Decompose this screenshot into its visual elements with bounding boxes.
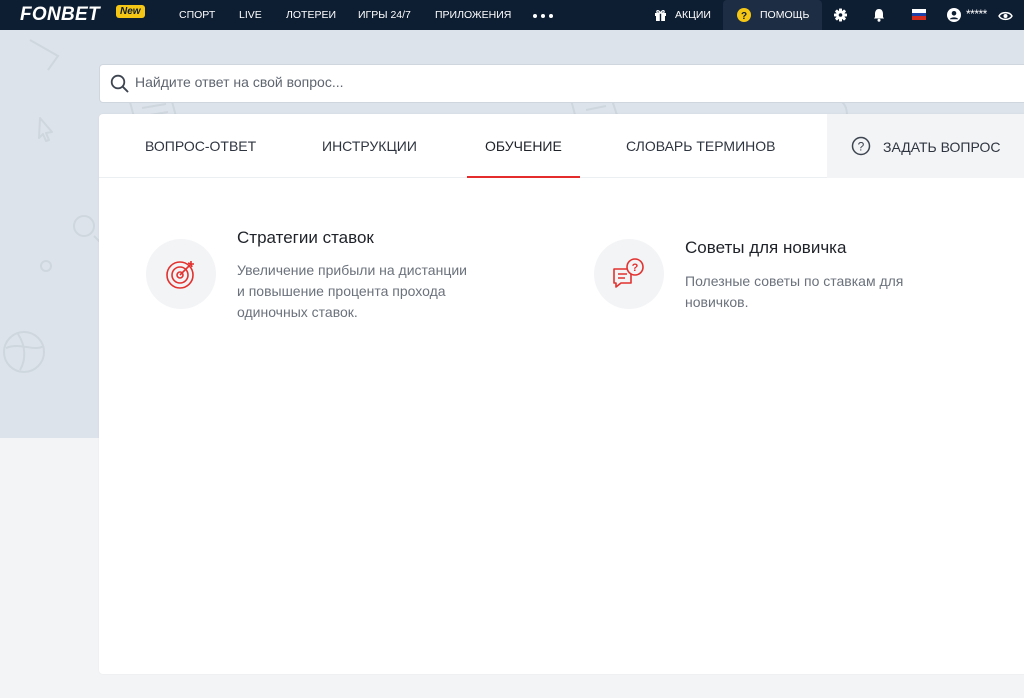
search-icon <box>110 74 129 93</box>
help-circle-icon: ? <box>737 8 751 22</box>
item-description-line-1: Полезные советы по ставкам для <box>685 273 904 289</box>
ask-question-label: ЗАДАТЬ ВОПРОС <box>883 139 1001 155</box>
item-description-line-2: и повышение процента прохода <box>237 283 446 299</box>
tab-instructions[interactable]: ИНСТРУКЦИИ <box>322 138 417 154</box>
help-label: ПОМОЩЬ <box>760 9 810 21</box>
gift-icon[interactable] <box>654 8 667 22</box>
nav-item-lotteries[interactable]: ЛОТЕРЕИ <box>286 9 336 21</box>
learning-item-beginner-tips[interactable]: ? Советы для новичка Полезные советы по … <box>594 236 1014 326</box>
item-description-line-1: Увеличение прибыли на дистанции <box>237 262 467 278</box>
tab-learning[interactable]: ОБУЧЕНИЕ <box>485 138 562 154</box>
search-input[interactable] <box>135 74 735 90</box>
tab-glossary[interactable]: СЛОВАРЬ ТЕРМИНОВ <box>626 138 775 154</box>
active-tab-indicator <box>467 176 580 178</box>
ask-question-button[interactable]: ? ЗАДАТЬ ВОПРОС <box>827 114 1024 178</box>
chat-question-icon: ? <box>613 258 644 288</box>
nav-item-live[interactable]: LIVE <box>239 9 262 21</box>
nav-item-sport[interactable]: СПОРТ <box>179 9 215 21</box>
bell-icon[interactable] <box>873 8 885 22</box>
account-masked-balance[interactable]: ***** <box>966 8 987 20</box>
item-title: Советы для новичка <box>685 238 847 257</box>
item-description-line-2: новичков. <box>685 294 749 310</box>
more-dots-icon[interactable] <box>533 14 553 18</box>
svg-text:?: ? <box>858 139 865 153</box>
svg-text:?: ? <box>741 11 747 22</box>
logo-new-badge: New <box>116 5 145 18</box>
item-icon-circle <box>146 239 216 309</box>
item-title: Стратегии ставок <box>237 228 374 247</box>
item-description-line-3: одиночных ставок. <box>237 304 358 320</box>
item-icon-circle: ? <box>594 239 664 309</box>
nav-item-games[interactable]: ИГРЫ 24/7 <box>358 9 411 21</box>
nav-item-apps[interactable]: ПРИЛОЖЕНИЯ <box>435 9 511 21</box>
user-icon[interactable] <box>947 8 961 22</box>
question-circle-icon: ? <box>851 136 871 156</box>
fonbet-logo[interactable]: FONBET <box>20 4 100 26</box>
promotions-link[interactable]: АКЦИИ <box>675 9 711 21</box>
svg-text:?: ? <box>632 262 639 274</box>
help-content-card: ВОПРОС-ОТВЕТ ИНСТРУКЦИИ ОБУЧЕНИЕ СЛОВАРЬ… <box>99 114 1024 674</box>
top-navigation-bar: FONBET New СПОРТ LIVE ЛОТЕРЕИ ИГРЫ 24/7 … <box>0 0 1024 30</box>
tab-faq[interactable]: ВОПРОС-ОТВЕТ <box>145 138 256 154</box>
learning-item-strategies[interactable]: Стратегии ставок Увеличение прибыли на д… <box>146 226 566 336</box>
help-tab[interactable]: ? ПОМОЩЬ <box>723 0 822 30</box>
section-tabs: ВОПРОС-ОТВЕТ ИНСТРУКЦИИ ОБУЧЕНИЕ СЛОВАРЬ… <box>99 114 1024 178</box>
flag-stripe-red <box>912 16 926 20</box>
gear-icon[interactable] <box>834 8 847 22</box>
target-icon <box>166 261 194 289</box>
russia-flag-icon[interactable] <box>912 9 926 20</box>
search-box[interactable] <box>99 64 1024 103</box>
eye-icon[interactable] <box>998 9 1013 23</box>
